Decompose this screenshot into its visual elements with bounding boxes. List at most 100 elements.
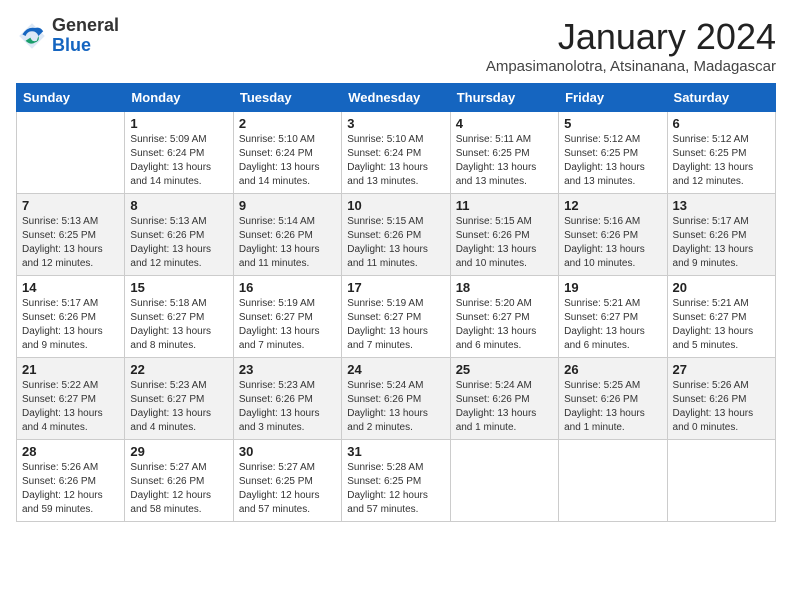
calendar-cell: 18Sunrise: 5:20 AMSunset: 6:27 PMDayligh…: [450, 276, 558, 358]
day-number: 13: [673, 198, 770, 213]
calendar-cell: 1 Sunrise: 5:09 AMSunset: 6:24 PMDaylight…: [125, 112, 233, 194]
calendar-table: SundayMondayTuesdayWednesdayThursdayFrid…: [16, 83, 776, 522]
day-info: Sunrise: 5:25 AMSunset: 6:26 PMDaylight:…: [564, 379, 661, 435]
calendar-cell: 15Sunrise: 5:18 AMSunset: 6:27 PMDayligh…: [125, 276, 233, 358]
day-number: 27: [673, 362, 770, 377]
day-number: 28: [22, 444, 119, 459]
calendar-cell: 24 Sunrise: 5:24 AMSunset: 6:26 PMDayligh…: [342, 358, 450, 440]
day-info: Sunrise: 5:27 AMSunset: 6:26 PMDaylight:…: [130, 461, 227, 517]
day-info: Sunrise: 5:24 AMSunset: 6:26 PMDaylight:…: [456, 379, 553, 435]
title-area: January 2024 Ampasimanolotra, Atsinanana…: [486, 16, 776, 75]
calendar-cell: 28 Sunrise: 5:26 AMSunset: 6:26 PMDayligh…: [17, 440, 125, 522]
day-info: Sunrise: 5:19 AMSunset: 6:27 PMDaylight:…: [239, 297, 336, 353]
day-number: 26: [564, 362, 661, 377]
day-info: Sunrise: 5:21 AMSunset: 6:27 PMDaylight:…: [673, 297, 770, 353]
calendar-cell: 30 Sunrise: 5:27 AMSunset: 6:25 PMDayligh…: [233, 440, 341, 522]
calendar-cell: 3Sunrise: 5:10 AMSunset: 6:24 PMDaylight…: [342, 112, 450, 194]
day-info: Sunrise: 5:13 AMSunset: 6:25 PMDaylight:…: [22, 215, 119, 271]
calendar-week-row: 1 Sunrise: 5:09 AMSunset: 6:24 PMDaylight…: [17, 112, 776, 194]
calendar-cell: 13 Sunrise: 5:17 AMSunset: 6:26 PMDayligh…: [667, 194, 775, 276]
calendar-cell: 19Sunrise: 5:21 AMSunset: 6:27 PMDayligh…: [559, 276, 667, 358]
day-number: 15: [130, 280, 227, 295]
day-number: 6: [673, 116, 770, 131]
day-info: Sunrise: 5:10 AMSunset: 6:24 PMDaylight:…: [239, 133, 336, 189]
day-info: Sunrise: 5:17 AMSunset: 6:26 PMDaylight:…: [673, 215, 770, 271]
weekday-header-tuesday: Tuesday: [233, 84, 341, 112]
calendar-cell: 26 Sunrise: 5:25 AMSunset: 6:26 PMDayligh…: [559, 358, 667, 440]
day-info: Sunrise: 5:12 AMSunset: 6:25 PMDaylight:…: [673, 133, 770, 189]
day-number: 29: [130, 444, 227, 459]
calendar-cell: [559, 440, 667, 522]
calendar-cell: 14Sunrise: 5:17 AMSunset: 6:26 PMDayligh…: [17, 276, 125, 358]
weekday-header-monday: Monday: [125, 84, 233, 112]
month-title: January 2024: [486, 16, 776, 58]
calendar-cell: 11Sunrise: 5:15 AMSunset: 6:26 PMDayligh…: [450, 194, 558, 276]
day-info: Sunrise: 5:16 AMSunset: 6:26 PMDaylight:…: [564, 215, 661, 271]
calendar-cell: 23 Sunrise: 5:23 AMSunset: 6:26 PMDayligh…: [233, 358, 341, 440]
day-info: Sunrise: 5:10 AMSunset: 6:24 PMDaylight:…: [347, 133, 444, 189]
calendar-cell: 21 Sunrise: 5:22 AMSunset: 6:27 PMDayligh…: [17, 358, 125, 440]
calendar-cell: 6 Sunrise: 5:12 AMSunset: 6:25 PMDaylight…: [667, 112, 775, 194]
calendar-cell: 16Sunrise: 5:19 AMSunset: 6:27 PMDayligh…: [233, 276, 341, 358]
day-info: Sunrise: 5:23 AMSunset: 6:27 PMDaylight:…: [130, 379, 227, 435]
weekday-header-thursday: Thursday: [450, 84, 558, 112]
weekday-header-saturday: Saturday: [667, 84, 775, 112]
day-number: 9: [239, 198, 336, 213]
day-info: Sunrise: 5:27 AMSunset: 6:25 PMDaylight:…: [239, 461, 336, 517]
day-number: 20: [673, 280, 770, 295]
calendar-cell: 22Sunrise: 5:23 AMSunset: 6:27 PMDayligh…: [125, 358, 233, 440]
day-number: 30: [239, 444, 336, 459]
calendar-week-row: 14Sunrise: 5:17 AMSunset: 6:26 PMDayligh…: [17, 276, 776, 358]
day-number: 7: [22, 198, 119, 213]
calendar-cell: [450, 440, 558, 522]
calendar-cell: 12 Sunrise: 5:16 AMSunset: 6:26 PMDayligh…: [559, 194, 667, 276]
day-number: 31: [347, 444, 444, 459]
day-number: 10: [347, 198, 444, 213]
day-number: 23: [239, 362, 336, 377]
page-header: General Blue January 2024 Ampasimanolotr…: [16, 16, 776, 75]
day-info: Sunrise: 5:26 AMSunset: 6:26 PMDaylight:…: [673, 379, 770, 435]
day-number: 21: [22, 362, 119, 377]
calendar-week-row: 28 Sunrise: 5:26 AMSunset: 6:26 PMDayligh…: [17, 440, 776, 522]
day-info: Sunrise: 5:09 AMSunset: 6:24 PMDaylight:…: [130, 133, 227, 189]
day-number: 5: [564, 116, 661, 131]
calendar-cell: 5Sunrise: 5:12 AMSunset: 6:25 PMDaylight…: [559, 112, 667, 194]
day-info: Sunrise: 5:14 AMSunset: 6:26 PMDaylight:…: [239, 215, 336, 271]
calendar-cell: [667, 440, 775, 522]
day-number: 25: [456, 362, 553, 377]
day-info: Sunrise: 5:19 AMSunset: 6:27 PMDaylight:…: [347, 297, 444, 353]
calendar-cell: 25 Sunrise: 5:24 AMSunset: 6:26 PMDayligh…: [450, 358, 558, 440]
calendar-week-row: 7 Sunrise: 5:13 AMSunset: 6:25 PMDaylight…: [17, 194, 776, 276]
calendar-week-row: 21 Sunrise: 5:22 AMSunset: 6:27 PMDayligh…: [17, 358, 776, 440]
day-number: 17: [347, 280, 444, 295]
calendar-cell: [17, 112, 125, 194]
day-number: 14: [22, 280, 119, 295]
day-number: 12: [564, 198, 661, 213]
day-number: 24: [347, 362, 444, 377]
day-info: Sunrise: 5:13 AMSunset: 6:26 PMDaylight:…: [130, 215, 227, 271]
day-info: Sunrise: 5:22 AMSunset: 6:27 PMDaylight:…: [22, 379, 119, 435]
calendar-cell: 17 Sunrise: 5:19 AMSunset: 6:27 PMDayligh…: [342, 276, 450, 358]
day-info: Sunrise: 5:15 AMSunset: 6:26 PMDaylight:…: [347, 215, 444, 271]
day-info: Sunrise: 5:11 AMSunset: 6:25 PMDaylight:…: [456, 133, 553, 189]
logo-text: General Blue: [52, 16, 119, 56]
weekday-header-sunday: Sunday: [17, 84, 125, 112]
day-info: Sunrise: 5:23 AMSunset: 6:26 PMDaylight:…: [239, 379, 336, 435]
logo-icon: [16, 20, 48, 52]
logo: General Blue: [16, 16, 119, 56]
day-info: Sunrise: 5:20 AMSunset: 6:27 PMDaylight:…: [456, 297, 553, 353]
day-info: Sunrise: 5:15 AMSunset: 6:26 PMDaylight:…: [456, 215, 553, 271]
calendar-cell: 31Sunrise: 5:28 AMSunset: 6:25 PMDayligh…: [342, 440, 450, 522]
day-info: Sunrise: 5:24 AMSunset: 6:26 PMDaylight:…: [347, 379, 444, 435]
weekday-header-friday: Friday: [559, 84, 667, 112]
calendar-cell: 10 Sunrise: 5:15 AMSunset: 6:26 PMDayligh…: [342, 194, 450, 276]
calendar-cell: 8Sunrise: 5:13 AMSunset: 6:26 PMDaylight…: [125, 194, 233, 276]
location-title: Ampasimanolotra, Atsinanana, Madagascar: [486, 58, 776, 75]
calendar-cell: 7 Sunrise: 5:13 AMSunset: 6:25 PMDaylight…: [17, 194, 125, 276]
calendar-cell: 29 Sunrise: 5:27 AMSunset: 6:26 PMDayligh…: [125, 440, 233, 522]
day-number: 1: [130, 116, 227, 131]
calendar-cell: 20 Sunrise: 5:21 AMSunset: 6:27 PMDayligh…: [667, 276, 775, 358]
day-number: 19: [564, 280, 661, 295]
calendar-cell: 4Sunrise: 5:11 AMSunset: 6:25 PMDaylight…: [450, 112, 558, 194]
day-info: Sunrise: 5:26 AMSunset: 6:26 PMDaylight:…: [22, 461, 119, 517]
